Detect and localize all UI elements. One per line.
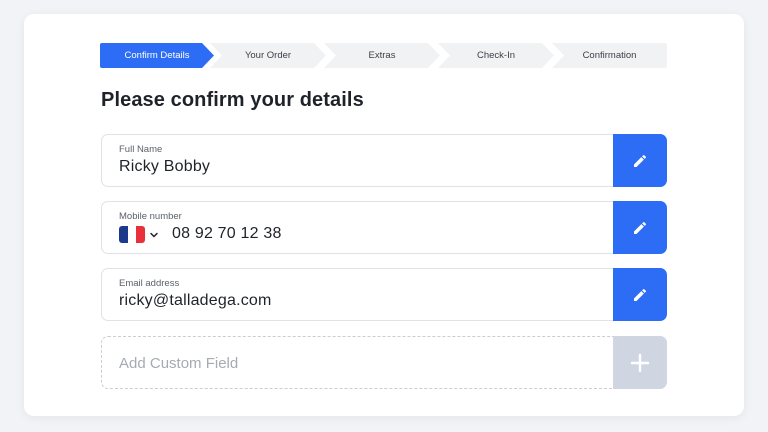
progress-steps: Confirm Details Your Order Extras Check-… (100, 43, 667, 68)
edit-mobile-number-button[interactable] (613, 201, 667, 254)
pencil-icon (634, 288, 647, 301)
full-name-input-box[interactable]: Full Name Ricky Bobby (101, 134, 613, 187)
custom-field-input[interactable]: Add Custom Field (101, 336, 613, 389)
france-flag-icon[interactable] (119, 226, 145, 243)
edit-full-name-button[interactable] (613, 134, 667, 187)
full-name-label: Full Name (119, 144, 163, 155)
step-your-order[interactable]: Your Order (210, 43, 326, 68)
step-extras[interactable]: Extras (324, 43, 440, 68)
pencil-icon (634, 221, 647, 234)
mobile-number-value: 08 92 70 12 38 (172, 225, 282, 242)
email-label: Email address (119, 278, 180, 289)
email-field: Email address ricky@talladega.com (101, 268, 667, 321)
email-value: ricky@talladega.com (119, 292, 272, 309)
page-title: Please confirm your details (101, 89, 364, 111)
step-confirm-details[interactable]: Confirm Details (100, 43, 214, 68)
step-label: Check-In (476, 50, 515, 61)
full-name-value: Ricky Bobby (119, 158, 211, 175)
edit-email-button[interactable] (613, 268, 667, 321)
mobile-number-field: Mobile number 08 92 70 12 38 (101, 201, 667, 254)
add-custom-field-button[interactable] (613, 336, 667, 389)
mobile-number-label: Mobile number (119, 211, 182, 222)
step-label: Confirmation (582, 50, 637, 61)
step-confirmation[interactable]: Confirmation (552, 43, 667, 68)
plus-icon (630, 353, 650, 372)
step-label: Confirm Details (124, 50, 190, 61)
chevron-down-icon[interactable] (149, 230, 159, 240)
pencil-icon (634, 154, 647, 167)
mobile-number-input-box[interactable]: Mobile number 08 92 70 12 38 (101, 201, 613, 254)
custom-field-placeholder: Add Custom Field (119, 355, 239, 372)
step-label: Extras (368, 50, 396, 61)
full-name-field: Full Name Ricky Bobby (101, 134, 667, 187)
custom-field-row: Add Custom Field (101, 336, 667, 389)
email-input-box[interactable]: Email address ricky@talladega.com (101, 268, 613, 321)
step-label: Your Order (244, 50, 292, 61)
step-check-in[interactable]: Check-In (438, 43, 554, 68)
